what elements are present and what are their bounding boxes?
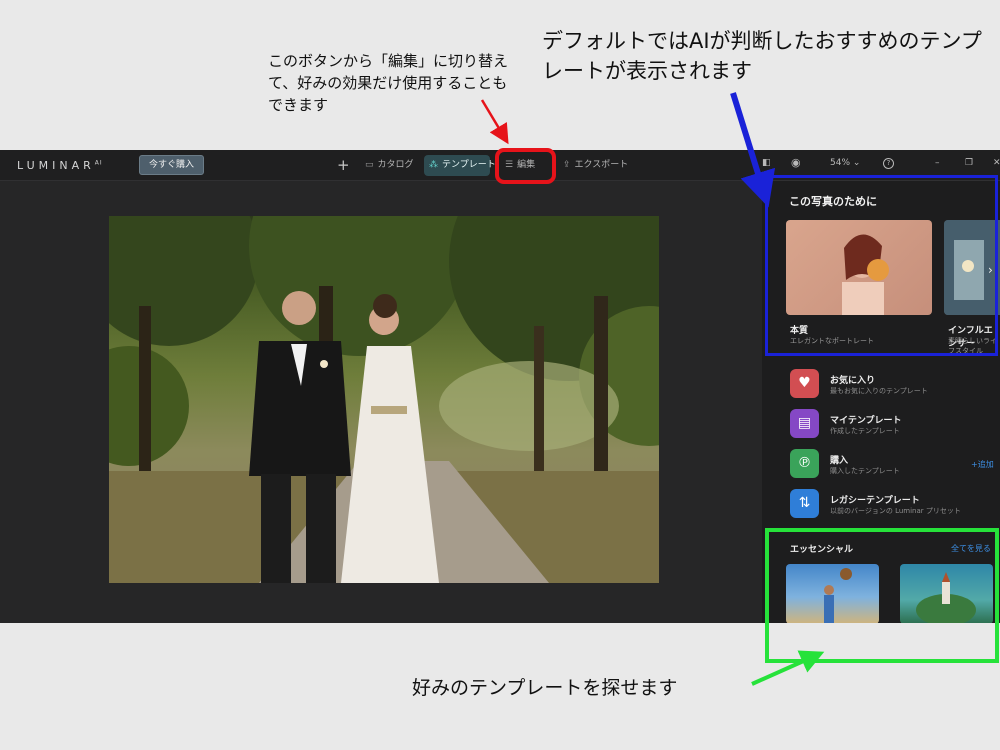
collection-title: マイテンプレート <box>830 416 902 426</box>
tab-templates-label: テンプレート <box>442 160 496 170</box>
tab-export[interactable]: ⇪ エクスポート <box>563 155 628 176</box>
ai-annotation: デフォルトではAIが判断したおすすめのテンプレートが表示されます <box>542 29 982 83</box>
collection-subtitle: 購入したテンプレート <box>830 467 900 475</box>
collection-title: レガシーテンプレート <box>830 496 920 506</box>
tab-templates[interactable]: ⁂ テンプレート <box>424 155 496 176</box>
zoom-value: 54% <box>830 158 851 168</box>
photo-canvas[interactable] <box>109 216 659 583</box>
logo-text: LUMINAR <box>17 159 95 172</box>
folder-icon: ▭ <box>365 160 374 170</box>
legacy-arrows-icon: ⇅ <box>790 489 819 518</box>
find-annotation: 好みのテンプレートを探せます <box>412 677 678 699</box>
collection-purchased[interactable]: ℗ 購入 購入したテンプレート <box>790 447 996 480</box>
collection-legacy[interactable]: ⇅ レガシーテンプレート 以前のバージョンの Luminar プリセット <box>790 487 996 520</box>
chevron-down-icon: ⌄ <box>852 158 861 168</box>
logo-sup: AI <box>94 159 103 167</box>
heart-icon: ♥ <box>790 369 819 398</box>
share-icon: ⇪ <box>563 160 571 170</box>
wedding-photo <box>109 216 659 583</box>
add-purchase-link[interactable]: +追加 <box>971 459 994 470</box>
collection-title: お気に入り <box>830 376 876 386</box>
eye-icon[interactable]: ◉ <box>791 156 801 169</box>
collection-subtitle: 以前のバージョンの Luminar プリセット <box>830 507 961 515</box>
minimize-icon[interactable]: – <box>935 158 940 168</box>
collection-title: 購入 <box>830 456 849 466</box>
collection-my-templates[interactable]: ▤ マイテンプレート 作成したテンプレート <box>790 407 996 440</box>
purchase-icon: ℗ <box>790 449 819 478</box>
tab-catalog[interactable]: ▭ カタログ <box>365 155 414 176</box>
sparkle-icon: ⁂ <box>429 160 438 170</box>
edit-annotation: このボタンから「編集」に切り替えて、好みの効果だけ使用することもできます <box>268 52 509 114</box>
app-logo: LUMINARAI <box>17 159 103 172</box>
collection-favorites[interactable]: ♥ お気に入り 最もお気に入りのテンプレート <box>790 367 996 400</box>
buy-now-button[interactable]: 今すぐ購入 <box>139 155 204 175</box>
zoom-dropdown[interactable]: 54% ⌄ <box>830 158 860 168</box>
edit-tab-highlight <box>495 148 556 184</box>
add-photos-button[interactable]: + <box>337 155 350 176</box>
ai-recommendation-highlight <box>765 175 998 356</box>
essentials-highlight <box>765 528 999 663</box>
tab-export-label: エクスポート <box>574 160 629 170</box>
collection-subtitle: 最もお気に入りのテンプレート <box>830 387 928 395</box>
tab-catalog-label: カタログ <box>377 160 414 170</box>
help-icon[interactable]: ? <box>883 158 894 169</box>
compare-icon[interactable]: ◧ <box>762 158 771 168</box>
close-icon[interactable]: ✕ <box>993 158 1000 168</box>
collection-subtitle: 作成したテンプレート <box>830 427 900 435</box>
maximize-icon[interactable]: ❐ <box>965 158 973 168</box>
template-icon: ▤ <box>790 409 819 438</box>
